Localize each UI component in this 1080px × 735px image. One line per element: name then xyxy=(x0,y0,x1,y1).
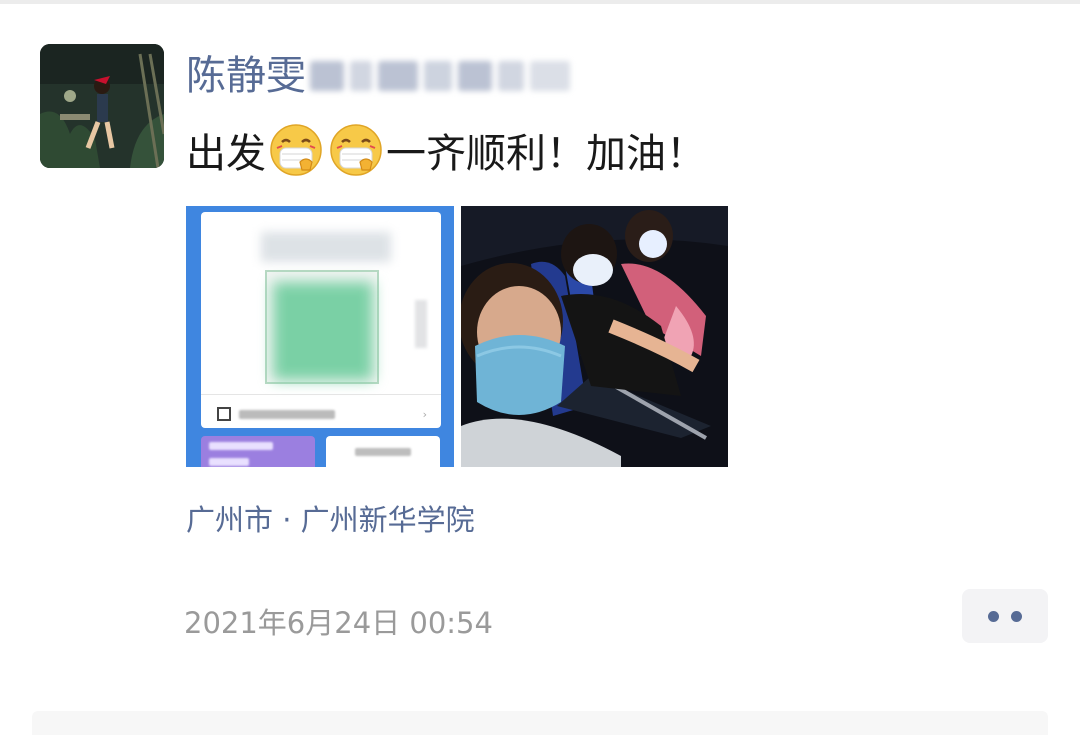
redacted-name-suffix xyxy=(310,54,580,98)
chevron-right-icon: › xyxy=(422,407,427,421)
health-code-purple-button xyxy=(201,436,315,467)
face-with-medical-mask-icon xyxy=(268,122,324,178)
comment-area xyxy=(32,711,1048,735)
health-code-card: › xyxy=(201,212,441,428)
bus-selfie-image xyxy=(461,206,728,467)
dot-icon xyxy=(988,610,999,622)
redacted-header xyxy=(261,232,391,262)
post-text-end: 一齐顺利！加油！ xyxy=(386,131,706,177)
avatar[interactable] xyxy=(40,44,164,168)
dot-icon xyxy=(1011,610,1022,622)
redacted-qr-code xyxy=(265,270,379,384)
qr-code-icon xyxy=(217,407,231,421)
more-actions-button[interactable] xyxy=(962,589,1048,643)
health-code-white-button xyxy=(326,436,440,467)
redacted-side-label xyxy=(415,300,427,348)
location-link[interactable]: 广州市 · 广州新华学院 xyxy=(186,500,475,540)
face-with-medical-mask-icon xyxy=(328,122,384,178)
health-code-info-row: › xyxy=(217,404,427,424)
post-text-start: 出发 xyxy=(186,131,266,177)
photo-health-code-screenshot[interactable]: › xyxy=(186,206,454,467)
author-row: 陈静雯 xyxy=(186,48,580,104)
post-text: 出发 一齐顺利！加油！ xyxy=(186,120,706,180)
top-divider xyxy=(0,0,1080,4)
photo-bus-selfie[interactable] xyxy=(461,206,728,467)
author-name[interactable]: 陈静雯 xyxy=(186,48,306,104)
avatar-image xyxy=(40,44,164,168)
post-timestamp: 2021年6月24日 00:54 xyxy=(184,606,493,640)
